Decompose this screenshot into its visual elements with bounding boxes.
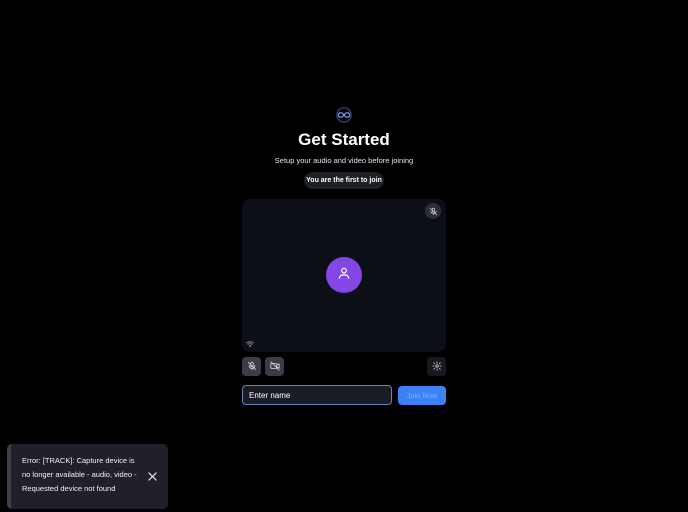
toast-message: Error: [TRACK]: Capture device is no lon…	[22, 456, 137, 493]
close-icon[interactable]	[147, 471, 157, 481]
mic-off-icon	[425, 203, 441, 219]
infinity-logo-icon	[335, 107, 353, 123]
user-icon	[337, 266, 351, 285]
toggle-camera-button[interactable]	[265, 357, 284, 376]
avatar	[326, 257, 362, 293]
gear-icon	[431, 358, 442, 376]
participant-status-badge: You are the first to join	[304, 172, 384, 189]
join-now-button[interactable]: Join Now	[398, 386, 446, 405]
name-input[interactable]	[242, 385, 392, 405]
toggle-mic-button[interactable]	[242, 357, 261, 376]
mic-off-icon	[247, 358, 257, 376]
page-title: Get Started	[298, 130, 390, 149]
page-subtitle: Setup your audio and video before joinin…	[274, 156, 414, 165]
preview-page: Get Started Setup your audio and video b…	[0, 0, 688, 512]
video-off-icon	[269, 358, 280, 376]
video-preview	[242, 199, 446, 352]
error-toast: Error: [TRACK]: Capture device is no lon…	[7, 444, 168, 509]
wifi-icon	[246, 340, 254, 348]
settings-button[interactable]	[427, 357, 446, 376]
